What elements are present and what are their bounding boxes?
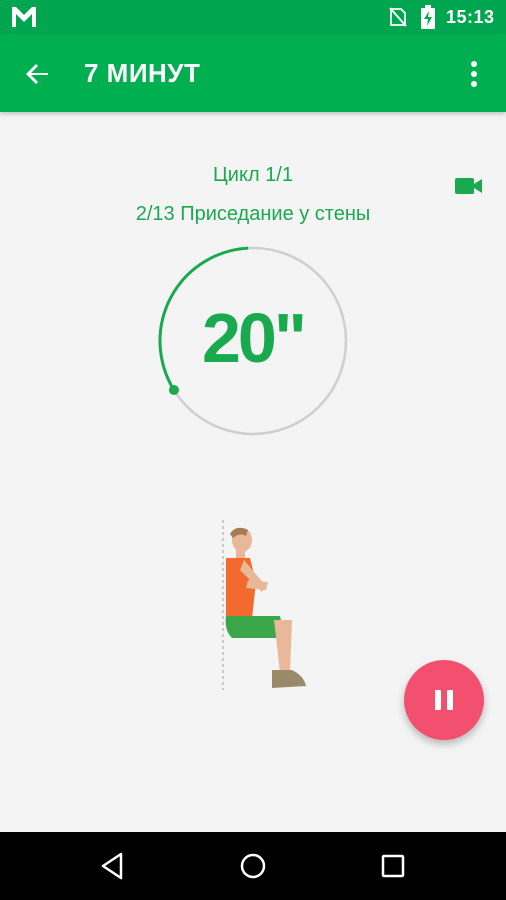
no-sim-icon (389, 7, 407, 27)
exercise-title: 2/13 Приседание у стены (135, 203, 371, 225)
gmail-icon (12, 7, 36, 27)
arrow-back-icon[interactable] (22, 58, 54, 90)
status-bar: 15:13 (0, 0, 506, 34)
pause-button[interactable] (404, 660, 484, 740)
nav-home-icon[interactable] (237, 850, 269, 882)
cycle-counter: Цикл 1/1 (213, 164, 293, 186)
nav-recents-icon[interactable] (377, 850, 409, 882)
more-vert-icon[interactable] (462, 58, 486, 90)
timer-progress-dot (168, 385, 179, 396)
pause-icon (447, 690, 453, 710)
pause-icon (435, 690, 441, 710)
page-title: 7 МИНУТ (84, 58, 201, 88)
exercise-illustration (222, 520, 306, 690)
videocam-icon[interactable] (454, 174, 484, 198)
app-bar: 7 МИНУТ (0, 34, 506, 112)
system-nav-bar (0, 832, 506, 900)
timer-value: 20" (201, 299, 307, 377)
status-time: 15:13 (446, 7, 495, 27)
battery-charging-icon (421, 5, 435, 29)
nav-back-icon[interactable] (97, 850, 129, 882)
